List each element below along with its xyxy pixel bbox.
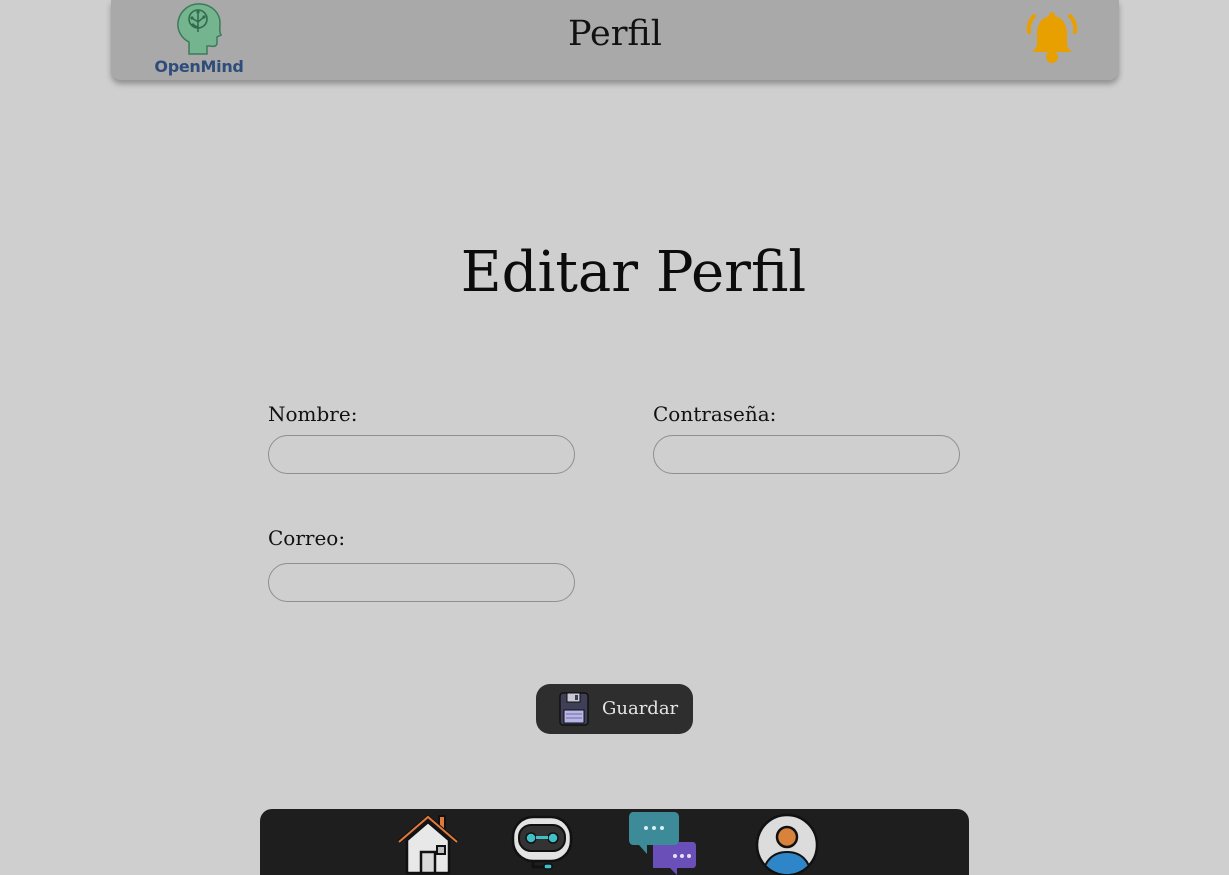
save-button[interactable]: Guardar [536, 684, 693, 734]
robot-icon [511, 815, 573, 870]
nav-profile[interactable] [754, 812, 820, 875]
edit-profile-heading: Editar Perfil [460, 240, 807, 305]
floppy-disk-icon [559, 692, 589, 726]
profile-page: OpenMind Perfil Editar Perfil Nombre: Co… [0, 0, 1229, 875]
page-title: Perfil [568, 14, 662, 54]
nombre-label: Nombre: [268, 402, 358, 426]
contrasena-input[interactable] [653, 435, 960, 474]
nombre-input[interactable] [268, 435, 575, 474]
logo-text: OpenMind [154, 57, 244, 76]
bottom-nav [260, 809, 969, 875]
top-header: OpenMind Perfil [111, 0, 1119, 80]
bell-icon[interactable] [1026, 10, 1078, 66]
nav-home[interactable] [395, 812, 461, 875]
nav-bot[interactable] [509, 812, 575, 875]
user-avatar-icon [755, 813, 819, 875]
correo-label: Correo: [268, 526, 346, 550]
nav-chat[interactable] [629, 812, 696, 875]
save-button-label: Guardar [602, 698, 679, 719]
correo-input[interactable] [268, 563, 575, 602]
house-icon [397, 815, 459, 875]
chat-bubbles-icon [629, 812, 696, 875]
contrasena-label: Contraseña: [653, 402, 777, 426]
